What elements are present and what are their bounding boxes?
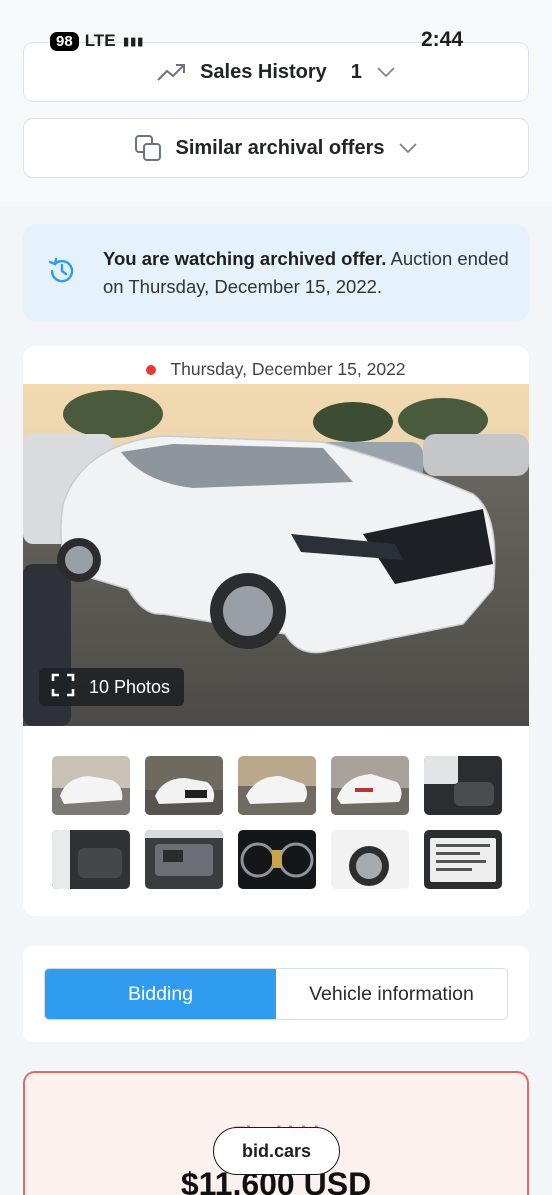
thumbnail-wheel[interactable] — [331, 830, 409, 889]
tab-bar: Bidding Vehicle information — [44, 968, 508, 1020]
archived-notice: You are watching archived offer. Auction… — [23, 224, 529, 322]
thumbnail-rear-side[interactable] — [238, 756, 316, 815]
copy-icon — [134, 134, 162, 162]
tab-card: Bidding Vehicle information — [23, 946, 529, 1042]
sales-history-label: Sales History — [200, 60, 327, 83]
notice-bold: You are watching archived offer. — [103, 248, 387, 269]
status-left: 98 LTE ▮▮▮ — [50, 31, 145, 51]
network-type: LTE — [84, 31, 116, 50]
status-time: 2:44 — [421, 28, 464, 51]
auction-date-text: Thursday, December 15, 2022 — [170, 359, 406, 379]
signal-icon: ▮▮▮ — [121, 32, 145, 50]
thumbnail-grid — [52, 756, 502, 889]
thumbnail-front-side[interactable] — [52, 756, 130, 815]
thumbnail-label-sticker[interactable] — [424, 830, 502, 889]
main-photo[interactable]: 10 Photos — [23, 384, 529, 726]
similar-offers-button[interactable]: Similar archival offers — [23, 118, 529, 178]
tab-bidding[interactable]: Bidding — [45, 969, 276, 1019]
sales-history-count: 1 — [350, 60, 362, 83]
auction-date: Thursday, December 15, 2022 — [23, 359, 529, 380]
thumbnail-front[interactable] — [145, 756, 223, 815]
trend-icon — [156, 61, 186, 83]
tab-vehicle-information[interactable]: Vehicle information — [276, 969, 507, 1019]
brand-badge[interactable]: bid.cars — [213, 1127, 340, 1175]
photo-count-label: 10 Photos — [89, 676, 171, 697]
history-icon — [47, 256, 77, 291]
thumbnail-dashboard[interactable] — [238, 830, 316, 889]
chevron-down-icon — [376, 66, 396, 78]
chevron-down-icon — [398, 142, 418, 154]
status-bar: 98 LTE ▮▮▮ 2:44 — [0, 0, 552, 51]
thumbnail-engine[interactable] — [145, 830, 223, 889]
similar-offers-label: Similar archival offers — [175, 136, 385, 159]
thumbnail-interior-front[interactable] — [424, 756, 502, 815]
thumbnail-rear[interactable] — [331, 756, 409, 815]
status-dot — [146, 364, 157, 375]
photo-card: Thursday, December 15, 2022 10 Photos — [23, 346, 529, 916]
fullscreen-icon — [51, 673, 75, 702]
battery-indicator: 98 — [50, 31, 79, 51]
notice-text: You are watching archived offer. Auction… — [103, 245, 529, 301]
photo-count-badge[interactable]: 10 Photos — [39, 668, 185, 706]
thumbnail-interior-rear[interactable] — [52, 830, 130, 889]
